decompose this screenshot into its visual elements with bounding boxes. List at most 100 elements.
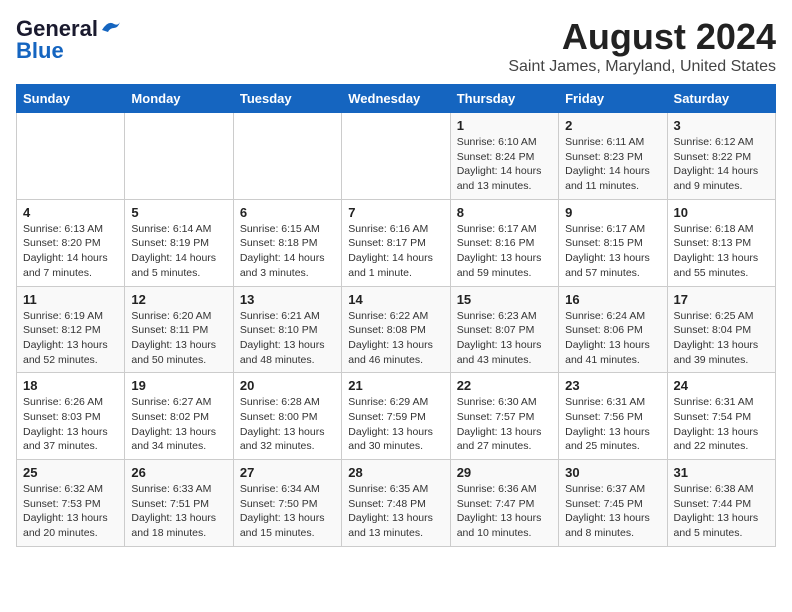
day-info: Sunrise: 6:21 AMSunset: 8:10 PMDaylight:…: [240, 309, 335, 368]
header-friday: Friday: [559, 85, 667, 113]
day-info: Sunrise: 6:17 AMSunset: 8:15 PMDaylight:…: [565, 222, 660, 281]
header-saturday: Saturday: [667, 85, 775, 113]
calendar-cell: 4 Sunrise: 6:13 AMSunset: 8:20 PMDaylight…: [17, 199, 125, 286]
day-info: Sunrise: 6:36 AMSunset: 7:47 PMDaylight:…: [457, 482, 552, 541]
day-info: Sunrise: 6:27 AMSunset: 8:02 PMDaylight:…: [131, 395, 226, 454]
header-sunday: Sunday: [17, 85, 125, 113]
calendar-cell: 30 Sunrise: 6:37 AMSunset: 7:45 PMDayligh…: [559, 460, 667, 547]
logo-bird-icon: [100, 18, 122, 36]
day-info: Sunrise: 6:12 AMSunset: 8:22 PMDaylight:…: [674, 135, 769, 194]
calendar-cell: 29 Sunrise: 6:36 AMSunset: 7:47 PMDayligh…: [450, 460, 558, 547]
calendar-cell: 11Sunrise: 6:19 AMSunset: 8:12 PMDayligh…: [17, 286, 125, 373]
day-number: 9: [565, 205, 660, 220]
logo-blue: Blue: [16, 38, 64, 64]
day-number: 10: [674, 205, 769, 220]
day-info: Sunrise: 6:19 AMSunset: 8:12 PMDaylight:…: [23, 309, 118, 368]
day-info: Sunrise: 6:31 AMSunset: 7:54 PMDaylight:…: [674, 395, 769, 454]
day-number: 24: [674, 378, 769, 393]
day-number: 20: [240, 378, 335, 393]
day-number: 13: [240, 292, 335, 307]
day-info: Sunrise: 6:16 AMSunset: 8:17 PMDaylight:…: [348, 222, 443, 281]
day-info: Sunrise: 6:32 AMSunset: 7:53 PMDaylight:…: [23, 482, 118, 541]
day-number: 12: [131, 292, 226, 307]
calendar-subtitle: Saint James, Maryland, United States: [508, 58, 776, 76]
calendar-week-row: 11Sunrise: 6:19 AMSunset: 8:12 PMDayligh…: [17, 286, 776, 373]
day-number: 27: [240, 465, 335, 480]
day-number: 26: [131, 465, 226, 480]
calendar-cell: 24 Sunrise: 6:31 AMSunset: 7:54 PMDayligh…: [667, 373, 775, 460]
day-number: 29: [457, 465, 552, 480]
day-info: Sunrise: 6:22 AMSunset: 8:08 PMDaylight:…: [348, 309, 443, 368]
header-monday: Monday: [125, 85, 233, 113]
calendar-week-row: 18Sunrise: 6:26 AMSunset: 8:03 PMDayligh…: [17, 373, 776, 460]
day-info: Sunrise: 6:24 AMSunset: 8:06 PMDaylight:…: [565, 309, 660, 368]
calendar-cell: [17, 113, 125, 200]
day-number: 14: [348, 292, 443, 307]
calendar-week-row: 25 Sunrise: 6:32 AMSunset: 7:53 PMDayligh…: [17, 460, 776, 547]
calendar-cell: 27 Sunrise: 6:34 AMSunset: 7:50 PMDayligh…: [233, 460, 341, 547]
day-info: Sunrise: 6:10 AMSunset: 8:24 PMDaylight:…: [457, 135, 552, 194]
day-number: 15: [457, 292, 552, 307]
day-info: Sunrise: 6:34 AMSunset: 7:50 PMDaylight:…: [240, 482, 335, 541]
day-number: 22: [457, 378, 552, 393]
calendar-cell: 25 Sunrise: 6:32 AMSunset: 7:53 PMDayligh…: [17, 460, 125, 547]
calendar-table: SundayMondayTuesdayWednesdayThursdayFrid…: [16, 84, 776, 547]
day-number: 4: [23, 205, 118, 220]
calendar-cell: [342, 113, 450, 200]
day-info: Sunrise: 6:29 AMSunset: 7:59 PMDaylight:…: [348, 395, 443, 454]
day-info: Sunrise: 6:20 AMSunset: 8:11 PMDaylight:…: [131, 309, 226, 368]
header-wednesday: Wednesday: [342, 85, 450, 113]
calendar-week-row: 1 Sunrise: 6:10 AMSunset: 8:24 PMDaylight…: [17, 113, 776, 200]
calendar-cell: 10 Sunrise: 6:18 AMSunset: 8:13 PMDayligh…: [667, 199, 775, 286]
calendar-cell: 23Sunrise: 6:31 AMSunset: 7:56 PMDayligh…: [559, 373, 667, 460]
day-info: Sunrise: 6:11 AMSunset: 8:23 PMDaylight:…: [565, 135, 660, 194]
calendar-cell: 31Sunrise: 6:38 AMSunset: 7:44 PMDayligh…: [667, 460, 775, 547]
day-number: 5: [131, 205, 226, 220]
day-info: Sunrise: 6:38 AMSunset: 7:44 PMDaylight:…: [674, 482, 769, 541]
calendar-cell: 12 Sunrise: 6:20 AMSunset: 8:11 PMDayligh…: [125, 286, 233, 373]
day-number: 19: [131, 378, 226, 393]
day-info: Sunrise: 6:23 AMSunset: 8:07 PMDaylight:…: [457, 309, 552, 368]
calendar-cell: 8Sunrise: 6:17 AMSunset: 8:16 PMDaylight…: [450, 199, 558, 286]
calendar-cell: 20 Sunrise: 6:28 AMSunset: 8:00 PMDayligh…: [233, 373, 341, 460]
header-tuesday: Tuesday: [233, 85, 341, 113]
calendar-cell: [125, 113, 233, 200]
calendar-cell: 3 Sunrise: 6:12 AMSunset: 8:22 PMDaylight…: [667, 113, 775, 200]
calendar-cell: 2 Sunrise: 6:11 AMSunset: 8:23 PMDaylight…: [559, 113, 667, 200]
day-number: 2: [565, 118, 660, 133]
calendar-week-row: 4 Sunrise: 6:13 AMSunset: 8:20 PMDaylight…: [17, 199, 776, 286]
day-info: Sunrise: 6:14 AMSunset: 8:19 PMDaylight:…: [131, 222, 226, 281]
calendar-cell: 6 Sunrise: 6:15 AMSunset: 8:18 PMDaylight…: [233, 199, 341, 286]
day-info: Sunrise: 6:13 AMSunset: 8:20 PMDaylight:…: [23, 222, 118, 281]
day-info: Sunrise: 6:25 AMSunset: 8:04 PMDaylight:…: [674, 309, 769, 368]
calendar-cell: 21Sunrise: 6:29 AMSunset: 7:59 PMDayligh…: [342, 373, 450, 460]
day-number: 25: [23, 465, 118, 480]
day-info: Sunrise: 6:18 AMSunset: 8:13 PMDaylight:…: [674, 222, 769, 281]
calendar-cell: 5 Sunrise: 6:14 AMSunset: 8:19 PMDaylight…: [125, 199, 233, 286]
day-number: 7: [348, 205, 443, 220]
calendar-cell: 22 Sunrise: 6:30 AMSunset: 7:57 PMDayligh…: [450, 373, 558, 460]
calendar-cell: 19 Sunrise: 6:27 AMSunset: 8:02 PMDayligh…: [125, 373, 233, 460]
day-number: 28: [348, 465, 443, 480]
title-area: August 2024 Saint James, Maryland, Unite…: [508, 16, 776, 76]
day-number: 3: [674, 118, 769, 133]
day-info: Sunrise: 6:15 AMSunset: 8:18 PMDaylight:…: [240, 222, 335, 281]
day-info: Sunrise: 6:37 AMSunset: 7:45 PMDaylight:…: [565, 482, 660, 541]
day-number: 1: [457, 118, 552, 133]
day-number: 23: [565, 378, 660, 393]
calendar-cell: 1 Sunrise: 6:10 AMSunset: 8:24 PMDaylight…: [450, 113, 558, 200]
day-number: 30: [565, 465, 660, 480]
calendar-cell: 17Sunrise: 6:25 AMSunset: 8:04 PMDayligh…: [667, 286, 775, 373]
day-info: Sunrise: 6:33 AMSunset: 7:51 PMDaylight:…: [131, 482, 226, 541]
day-info: Sunrise: 6:28 AMSunset: 8:00 PMDaylight:…: [240, 395, 335, 454]
day-info: Sunrise: 6:30 AMSunset: 7:57 PMDaylight:…: [457, 395, 552, 454]
calendar-cell: 16 Sunrise: 6:24 AMSunset: 8:06 PMDayligh…: [559, 286, 667, 373]
logo: General Blue: [16, 16, 122, 64]
calendar-cell: 26 Sunrise: 6:33 AMSunset: 7:51 PMDayligh…: [125, 460, 233, 547]
calendar-header-row: SundayMondayTuesdayWednesdayThursdayFrid…: [17, 85, 776, 113]
calendar-cell: 9 Sunrise: 6:17 AMSunset: 8:15 PMDaylight…: [559, 199, 667, 286]
day-info: Sunrise: 6:35 AMSunset: 7:48 PMDaylight:…: [348, 482, 443, 541]
calendar-cell: [233, 113, 341, 200]
day-number: 6: [240, 205, 335, 220]
day-number: 16: [565, 292, 660, 307]
